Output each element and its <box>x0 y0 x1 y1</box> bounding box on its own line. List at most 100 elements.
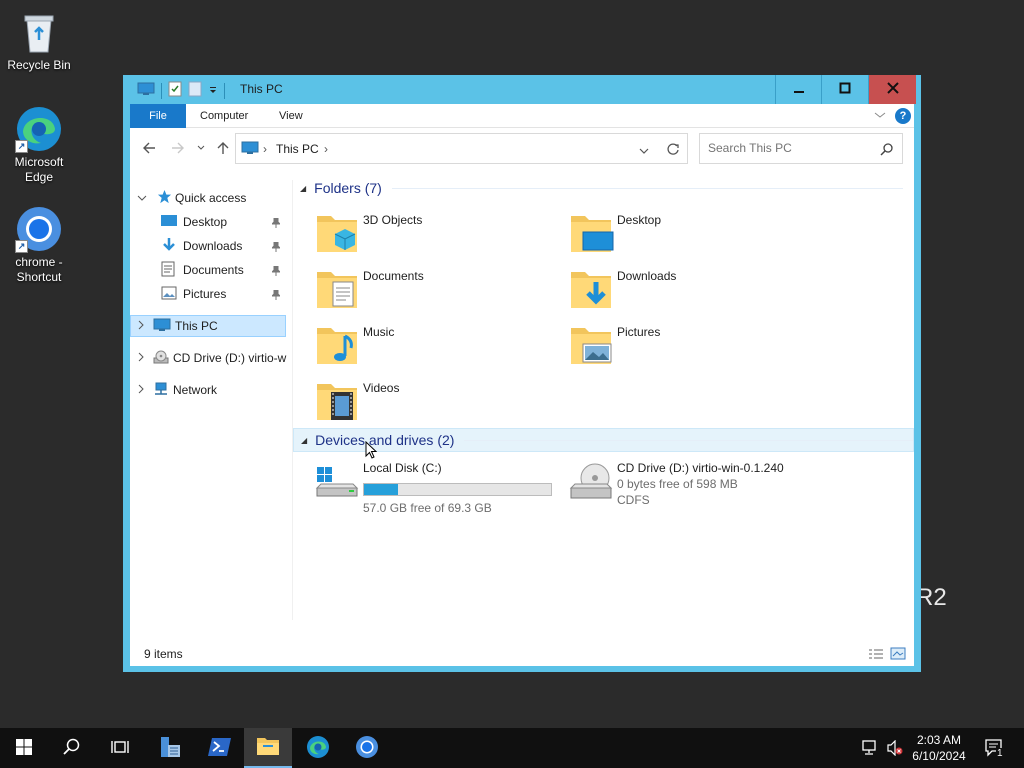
details-view-icon[interactable] <box>868 648 884 663</box>
title-bar[interactable]: This PC <box>123 75 921 104</box>
tab-computer[interactable]: Computer <box>200 104 248 128</box>
notification-count: 1 <box>996 748 1004 759</box>
network-status-icon[interactable] <box>862 740 880 759</box>
network-icon <box>153 382 173 399</box>
start-button[interactable] <box>0 728 48 768</box>
folder-name: Music <box>363 325 395 339</box>
windows-logo-icon <box>16 738 32 758</box>
shortcut-arrow-icon: ↗ <box>15 240 28 253</box>
folder-item-desktop[interactable]: Desktop <box>567 210 807 260</box>
address-bar[interactable]: › This PC › <box>235 133 688 164</box>
volume-muted-icon[interactable] <box>886 739 904 759</box>
documents-icon <box>161 261 183 280</box>
desktop-folder-icon <box>567 210 615 258</box>
pin-icon[interactable] <box>270 217 282 231</box>
group-header-folders[interactable]: ◢ Folders (7) <box>293 176 903 200</box>
folder-item-documents[interactable]: Documents <box>313 266 553 316</box>
expand-ribbon-icon[interactable] <box>874 109 886 123</box>
expand-chevron-icon[interactable] <box>137 191 149 205</box>
folder-item-pictures[interactable]: Pictures <box>567 322 807 372</box>
search-box[interactable] <box>699 133 903 164</box>
sidebar-item-desktop[interactable]: Desktop <box>130 211 290 233</box>
close-button[interactable] <box>868 75 916 104</box>
task-view-button[interactable] <box>96 728 144 768</box>
folder-item-music[interactable]: Music <box>313 322 553 372</box>
search-input[interactable] <box>708 141 868 155</box>
folder-name: Pictures <box>617 325 661 339</box>
taskbar-file-explorer[interactable] <box>244 728 292 768</box>
drive-item-cd-drive[interactable]: CD Drive (D:) virtio-win-0.1.240 0 bytes… <box>567 458 847 508</box>
expand-chevron-icon[interactable] <box>137 383 149 397</box>
search-button[interactable] <box>48 728 96 768</box>
drive-item-local-disk[interactable]: Local Disk (C:) 57.0 GB free of 69.3 GB <box>313 458 573 515</box>
group-header-devices[interactable]: ◢ Devices and drives (2) <box>293 428 914 452</box>
chrome-icon: ↗ <box>15 205 63 253</box>
back-arrow-icon[interactable] <box>142 141 156 158</box>
up-arrow-icon[interactable] <box>216 141 230 158</box>
refresh-icon[interactable] <box>666 142 680 159</box>
desktop-folder-icon <box>161 214 183 231</box>
sidebar-item-pictures[interactable]: Pictures <box>130 283 290 305</box>
large-icons-view-icon[interactable] <box>890 647 906 663</box>
minimize-button[interactable] <box>775 75 821 104</box>
sidebar-item-label: This PC <box>175 319 218 333</box>
group-header-label: Devices and drives (2) <box>315 432 455 448</box>
taskbar-server-manager[interactable] <box>146 728 194 768</box>
forward-arrow-icon[interactable] <box>171 141 185 158</box>
customize-toolbar-icon[interactable] <box>208 84 218 98</box>
collapse-triangle-icon[interactable]: ◢ <box>301 436 307 445</box>
computer-icon <box>137 82 155 99</box>
cd-drive-icon <box>153 350 173 367</box>
maximize-icon <box>839 82 851 97</box>
desktop-icon-edge[interactable]: ↗ Microsoft Edge <box>4 105 74 185</box>
address-dropdown-icon[interactable] <box>639 144 649 158</box>
content-area: Quick access Desktop Downloads Documents… <box>130 170 914 666</box>
breadcrumb-chevron-icon[interactable]: › <box>324 142 328 156</box>
maximize-button[interactable] <box>821 75 867 104</box>
sidebar-item-cd-drive[interactable]: CD Drive (D:) virtio-w <box>130 347 290 369</box>
sidebar-item-label: Quick access <box>175 191 247 205</box>
collapse-triangle-icon[interactable]: ◢ <box>300 184 306 193</box>
desktop-icon-label: chrome - Shortcut <box>15 255 63 284</box>
powershell-icon <box>208 736 232 761</box>
folder-item-3d-objects[interactable]: 3D Objects <box>313 210 553 260</box>
desktop-icon-chrome[interactable]: ↗ chrome - Shortcut <box>4 205 74 285</box>
folder-item-videos[interactable]: Videos <box>313 378 553 428</box>
mouse-cursor-icon <box>365 440 378 462</box>
desktop-icon-recycle-bin[interactable]: Recycle Bin <box>4 8 74 73</box>
sidebar-item-documents[interactable]: Documents <box>130 259 290 281</box>
recent-locations-icon[interactable] <box>196 141 206 158</box>
sidebar-item-quick-access[interactable]: Quick access <box>130 187 290 209</box>
system-clock[interactable]: 2:03 AM 6/10/2024 <box>905 732 973 764</box>
sidebar-item-label: CD Drive (D:) virtio-w <box>173 351 287 365</box>
sidebar-item-network[interactable]: Network <box>130 379 290 401</box>
navigation-pane: Quick access Desktop Downloads Documents… <box>130 170 290 630</box>
minimize-icon <box>793 83 805 97</box>
navigation-bar: › This PC › <box>130 128 914 170</box>
pin-icon[interactable] <box>270 241 282 255</box>
expand-chevron-icon[interactable] <box>137 319 149 333</box>
pin-icon[interactable] <box>270 289 282 303</box>
sidebar-item-this-pc[interactable]: This PC <box>130 315 286 337</box>
folder-name: Downloads <box>617 269 677 283</box>
taskbar: 2:03 AM 6/10/2024 1 <box>0 728 1024 768</box>
taskbar-edge[interactable] <box>294 728 342 768</box>
chrome-icon <box>355 735 379 762</box>
sidebar-item-downloads[interactable]: Downloads <box>130 235 290 257</box>
taskbar-powershell[interactable] <box>196 728 244 768</box>
search-icon[interactable] <box>880 142 894 159</box>
expand-chevron-icon[interactable] <box>137 351 149 365</box>
new-folder-icon[interactable] <box>188 81 202 100</box>
pin-icon[interactable] <box>270 265 282 279</box>
ribbon: File Computer View ? <box>130 104 914 128</box>
taskbar-chrome[interactable] <box>343 728 391 768</box>
properties-icon[interactable] <box>168 81 182 100</box>
tab-view[interactable]: View <box>279 104 303 128</box>
tab-file[interactable]: File <box>130 104 186 128</box>
quick-access-toolbar <box>137 81 225 100</box>
help-button[interactable]: ? <box>895 108 911 124</box>
folder-item-downloads[interactable]: Downloads <box>567 266 807 316</box>
computer-icon <box>153 318 175 335</box>
breadcrumb[interactable]: This PC <box>276 142 319 156</box>
desktop-icon-label: Microsoft Edge <box>14 155 64 184</box>
